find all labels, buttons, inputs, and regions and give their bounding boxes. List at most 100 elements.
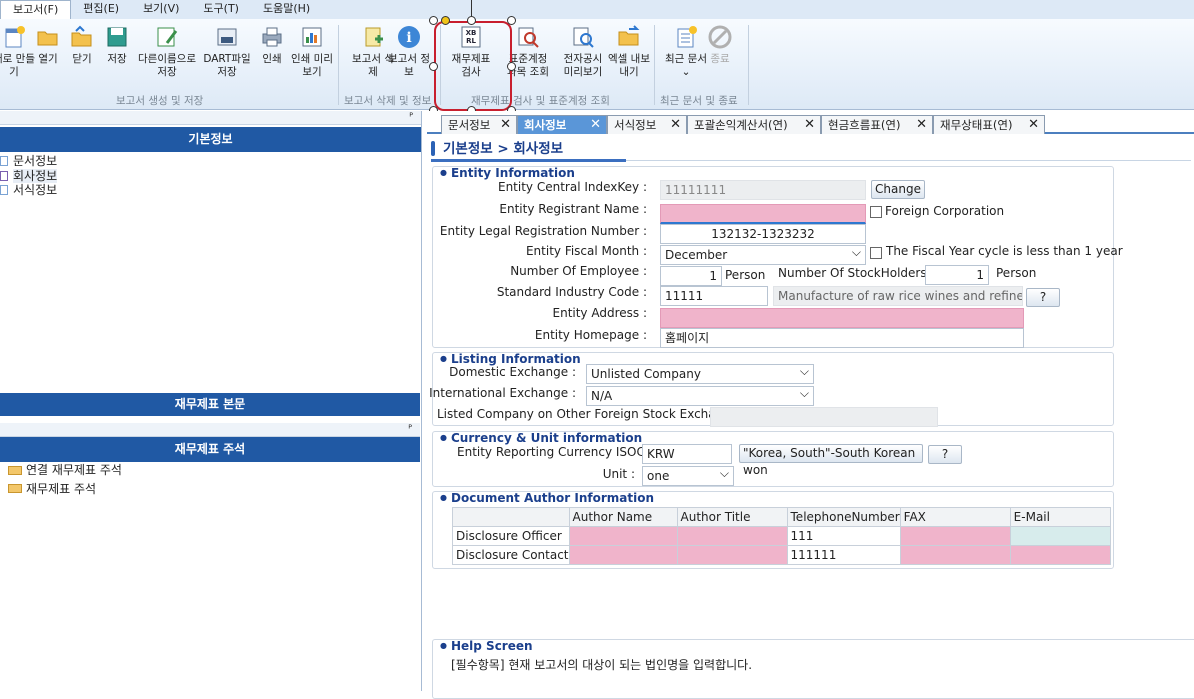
stockholders-field[interactable]: 1 <box>925 265 989 285</box>
selection-handle[interactable] <box>429 16 438 25</box>
tree-item-company-info[interactable]: 회사정보 <box>0 168 421 183</box>
author-title-cell[interactable] <box>676 545 788 565</box>
foreign-corp-checkbox[interactable] <box>870 206 882 218</box>
statement-notes-header[interactable]: 재무제표 주석 <box>0 437 420 462</box>
tree-item-notes[interactable]: 재무제표 주석 <box>8 482 122 497</box>
disabled-stop-icon <box>708 25 732 49</box>
section-title: Help Screen <box>440 639 533 653</box>
close-icon[interactable]: ✕ <box>804 116 815 134</box>
tab-income-statement[interactable]: 포괄손익계산서(연) ✕ <box>687 115 821 134</box>
left-navigation-pane: ᴾ 기본정보 문서정보 회사정보 서식정보 재무제표 본문 ᴾ 재무제표 주석 … <box>0 111 422 691</box>
currency-help-button[interactable]: ? <box>928 445 962 464</box>
author-title-cell[interactable] <box>676 526 788 546</box>
author-name-cell[interactable] <box>568 545 678 565</box>
tree-item-format-info[interactable]: 서식정보 <box>0 183 421 198</box>
fiscal-short-checkbox[interactable] <box>870 247 882 259</box>
save-as-button[interactable]: 다른이름으로 저장 <box>134 25 200 79</box>
legal-reg-label: Entity Legal Registration Number : <box>439 224 647 238</box>
pin-icon[interactable]: ᴾ <box>0 111 421 125</box>
selection-handle[interactable] <box>441 16 450 25</box>
dart-save-button[interactable]: DART파일 저장 <box>202 25 252 79</box>
homepage-field[interactable]: 홈페이지 <box>660 328 1024 348</box>
registrant-label: Entity Registrant Name : <box>499 202 647 216</box>
magnifier-doc-icon <box>516 25 540 49</box>
save-button[interactable]: 저장 <box>95 25 139 66</box>
currency-name-button[interactable]: "Korea, South"-South Korean won <box>739 444 923 477</box>
fiscal-month-label: Entity Fiscal Month : <box>525 244 647 258</box>
folder-open-icon <box>36 25 60 49</box>
tab-balance-sheet[interactable]: 재무상태표(연) ✕ <box>933 115 1045 134</box>
help-screen-section: Help Screen [필수항목] 현재 보고서의 대상이 되는 법인명을 입… <box>432 639 1194 699</box>
industry-description: Manufacture of raw rice wines and refine… <box>773 286 1023 306</box>
author-name-cell[interactable] <box>568 526 678 546</box>
report-info-button[interactable]: i 보고서 정보 <box>387 25 431 79</box>
selection-handle[interactable] <box>507 16 516 25</box>
unit-select[interactable]: one <box>642 466 734 486</box>
other-exchange-field[interactable] <box>710 407 938 427</box>
table-row: Disclosure Contact 111111 <box>452 545 1112 565</box>
tree-item-consolidated-notes[interactable]: 연결 재무제표 주석 <box>8 463 122 478</box>
telephone-cell[interactable]: 111111 <box>786 545 901 565</box>
fiscal-month-select[interactable]: December <box>660 245 866 265</box>
unit-label: Unit : <box>602 467 635 481</box>
table-header: FAX <box>899 507 1011 527</box>
email-cell[interactable] <box>1009 545 1112 565</box>
email-cell[interactable] <box>1009 526 1112 546</box>
tab-format-info[interactable]: 서식정보 ✕ <box>607 115 687 134</box>
menu-view[interactable]: 보기(V) <box>131 0 191 19</box>
close-icon[interactable]: ✕ <box>590 116 601 134</box>
preview-doc-icon <box>571 25 595 49</box>
e-disclosure-preview-button[interactable]: 전자공시 미리보기 <box>560 25 606 79</box>
tree-item-document-info[interactable]: 문서정보 <box>0 154 421 169</box>
selection-handle[interactable] <box>467 16 476 25</box>
table-header-blank <box>452 507 570 527</box>
stockholders-label: Number Of StockHolders : <box>778 266 935 280</box>
close-icon[interactable]: ✕ <box>1028 116 1039 134</box>
save-icon <box>105 25 129 49</box>
telephone-cell[interactable]: 111 <box>786 526 901 546</box>
selection-handle[interactable] <box>429 62 438 71</box>
tab-document-info[interactable]: 문서정보 ✕ <box>441 115 517 134</box>
close-icon[interactable]: ✕ <box>670 116 681 134</box>
exit-button[interactable]: 종료 <box>698 25 742 66</box>
intl-exchange-select[interactable]: N/A <box>586 386 814 406</box>
menu-report[interactable]: 보고서(F) <box>0 0 72 19</box>
selection-highlight <box>434 21 512 111</box>
excel-export-button[interactable]: 엑셀 내보내기 <box>608 25 650 79</box>
author-information-section: Document Author Information Author Name … <box>432 491 1114 569</box>
fax-cell[interactable] <box>899 545 1011 565</box>
registrant-name-field[interactable] <box>660 204 866 224</box>
industry-help-button[interactable]: ? <box>1026 288 1060 307</box>
pin-icon[interactable]: ᴾ <box>0 423 420 437</box>
breadcrumb: 기본정보 > 회사정보 <box>431 138 1191 160</box>
iso-code-label: Entity Reporting Currency ISOCode <box>457 445 668 459</box>
iso-code-field[interactable]: KRW <box>642 444 732 464</box>
standard-account-button[interactable]: 표준계정과목 조회 <box>506 25 550 79</box>
employee-field[interactable]: 1 <box>660 266 722 286</box>
close-icon[interactable]: ✕ <box>916 116 927 134</box>
dart-save-icon <box>215 25 239 49</box>
industry-code-field[interactable]: 11111 <box>660 286 768 306</box>
legal-reg-field[interactable]: 132132-1323232 <box>660 224 866 244</box>
domestic-exchange-select[interactable]: Unlisted Company <box>586 364 814 384</box>
tab-company-info[interactable]: 회사정보 ✕ <box>517 115 607 134</box>
selection-handle[interactable] <box>507 62 516 71</box>
print-preview-button[interactable]: 인쇄 미리보기 <box>288 25 336 79</box>
close-icon[interactable]: ✕ <box>500 116 511 134</box>
menu-help[interactable]: 도움말(H) <box>251 0 322 19</box>
listing-information-section: Listing Information Domestic Exchange : … <box>429 352 1114 427</box>
fax-cell[interactable] <box>899 526 1011 546</box>
central-key-field[interactable]: 11111111 <box>660 180 866 200</box>
notes-tree: 연결 재무제표 주석 재무제표 주석 <box>8 463 122 496</box>
statement-body-header[interactable]: 재무제표 본문 <box>0 393 420 416</box>
document-icon <box>0 185 8 196</box>
breadcrumb-underline <box>431 159 626 162</box>
menu-tools[interactable]: 도구(T) <box>191 0 251 19</box>
tab-cash-flow[interactable]: 현금흐름표(연) ✕ <box>821 115 933 134</box>
change-button[interactable]: Change <box>871 180 925 199</box>
foreign-corp-label: Foreign Corporation <box>885 204 1005 218</box>
checked-document-icon <box>0 170 8 181</box>
basic-info-header[interactable]: 기본정보 <box>0 127 421 152</box>
menu-edit[interactable]: 편집(E) <box>71 0 131 19</box>
address-field[interactable] <box>660 308 1024 328</box>
